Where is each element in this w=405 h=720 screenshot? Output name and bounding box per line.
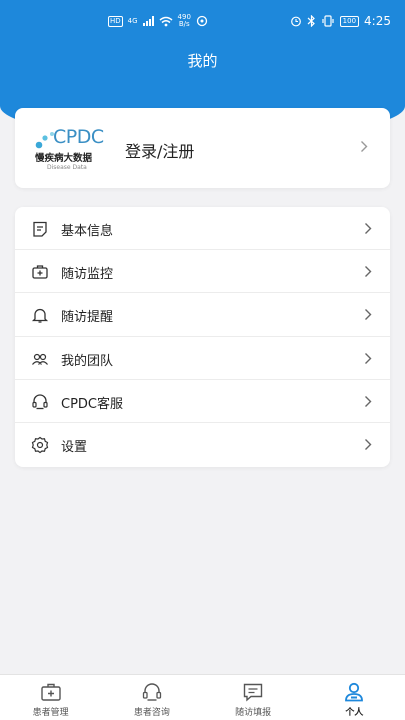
headset-icon	[142, 683, 162, 701]
menu-item-label: 设置	[61, 439, 88, 455]
menu-list: 基本信息 随访监控 随访提醒 我的团队 CPDC客服 设置	[15, 207, 390, 467]
sync-icon	[196, 15, 208, 27]
chevron-right-icon	[365, 309, 372, 321]
menu-item-label: CPDC客服	[61, 396, 124, 412]
chevron-right-icon	[365, 395, 372, 407]
medical-kit-icon	[32, 265, 48, 279]
tab-follow-up-report[interactable]: 随访填报	[203, 675, 304, 720]
tab-label: 随访填报	[235, 708, 272, 718]
alarm-icon	[290, 16, 301, 27]
menu-item-label: 我的团队	[61, 353, 114, 369]
menu-item-settings[interactable]: 设置	[15, 423, 390, 466]
user-icon	[345, 682, 364, 702]
gear-icon	[31, 436, 49, 454]
menu-item-label: 基本信息	[61, 224, 114, 239]
tab-label: 个人	[345, 708, 364, 718]
logo-text: CPDC	[53, 126, 104, 148]
bluetooth-icon	[307, 15, 315, 27]
battery-level: 100	[342, 16, 357, 25]
chevron-right-icon	[361, 141, 368, 152]
medical-kit-icon	[40, 683, 61, 701]
battery-icon: 100	[339, 15, 360, 27]
profile-icon	[33, 221, 47, 237]
cpdc-logo: CPDC 慢疾病大数据 Disease Data	[33, 122, 111, 174]
status-right: 100 4:25	[290, 14, 391, 28]
logo-chinese-text: 慢疾病大数据	[35, 153, 93, 164]
status-bar: HD 4G 490 B/s 100 4:25	[0, 0, 405, 42]
menu-item-customer-service[interactable]: CPDC客服	[15, 380, 390, 423]
menu-item-my-team[interactable]: 我的团队	[15, 337, 390, 380]
tab-label: 患者管理	[32, 708, 69, 718]
logo-english-text: Disease Data	[47, 164, 87, 171]
team-icon	[32, 353, 48, 365]
bottom-tab-bar: 患者管理 患者咨询 随访填报 个人	[0, 674, 405, 720]
wifi-icon	[159, 16, 173, 26]
vibrate-icon	[322, 15, 334, 27]
bell-icon	[31, 309, 49, 324]
menu-item-label: 随访监控	[61, 267, 114, 283]
chevron-right-icon	[365, 438, 372, 450]
tab-patient-management[interactable]: 患者管理	[0, 675, 101, 720]
login-card[interactable]: CPDC 慢疾病大数据 Disease Data 登录/注册	[15, 108, 390, 188]
menu-item-follow-up-monitor[interactable]: 随访监控	[15, 250, 390, 294]
chevron-right-icon	[365, 223, 372, 234]
page-title: 我的	[187, 52, 218, 70]
chevron-right-icon	[365, 352, 372, 364]
tab-patient-consultation[interactable]: 患者咨询	[101, 675, 202, 720]
headset-icon	[32, 394, 48, 409]
hd-badge: HD	[108, 15, 123, 27]
network-speed: 490 B/s	[178, 14, 191, 28]
signal-icon	[142, 16, 154, 26]
tab-label: 患者咨询	[133, 708, 170, 718]
menu-item-basic-info[interactable]: 基本信息	[15, 207, 390, 251]
chevron-right-icon	[365, 266, 372, 278]
status-left: HD 4G 490 B/s	[108, 14, 208, 28]
login-register-label: 登录/注册	[125, 142, 195, 161]
menu-item-follow-up-reminder[interactable]: 随访提醒	[15, 293, 390, 337]
network-type: 4G	[127, 17, 138, 25]
chat-icon	[243, 683, 263, 702]
menu-item-label: 随访提醒	[61, 310, 114, 326]
speed-unit: B/s	[178, 20, 190, 28]
clock: 4:25	[364, 14, 391, 28]
tab-personal[interactable]: 个人	[304, 675, 405, 720]
